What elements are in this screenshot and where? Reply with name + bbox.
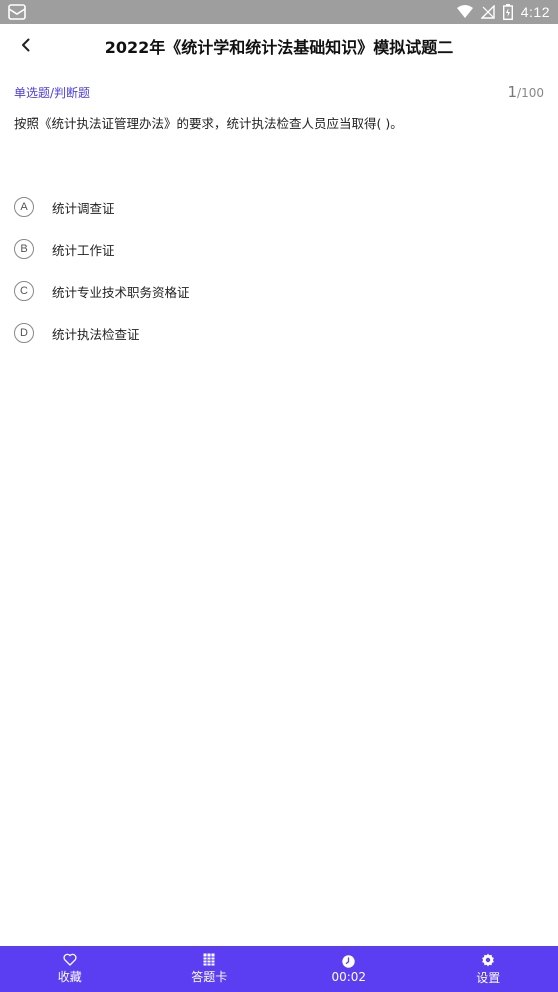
favorite-label: 收藏 [57, 970, 82, 984]
question-type-label: 单选题/判断题 [14, 85, 91, 100]
settings-label: 设置 [476, 970, 501, 985]
bottom-toolbar: 收藏 答题卡 00:02 设置 [0, 946, 558, 992]
option-text: 统计专业技术职务资格证 [52, 284, 190, 300]
total-question-number: 100 [521, 86, 544, 100]
app-header: 2022年《统计学和统计法基础知识》模拟试题二 [0, 24, 558, 68]
current-question-number: 1 [507, 83, 518, 101]
question-text: 按照《统计执法证管理办法》的要求，统计执法检查人员应当取得( )。 [14, 116, 403, 131]
option-letter-badge: B [14, 239, 34, 259]
page-title: 2022年《统计学和统计法基础知识》模拟试题二 [104, 38, 454, 57]
settings-button[interactable]: 设置 [419, 946, 558, 992]
heart-icon [63, 953, 77, 966]
answer-card-label: 答题卡 [191, 970, 228, 984]
answer-options: A 统计调查证 B 统计工作证 C 统计专业技术职务资格证 D 统计执法检查证 [14, 186, 534, 354]
gear-icon [481, 953, 495, 967]
timer[interactable]: 00:02 [279, 946, 419, 992]
question-meta: 单选题/判断题 1 / 100 [14, 80, 544, 104]
option-text: 统计调查证 [52, 200, 115, 216]
answer-card-icon [203, 953, 215, 966]
notification-icon [8, 4, 26, 20]
wifi-icon [456, 5, 473, 19]
question-counter: 1 / 100 [508, 83, 545, 101]
status-bar: 4:12 [0, 0, 558, 24]
option-text: 统计执法检查证 [52, 326, 140, 342]
option-text: 统计工作证 [52, 242, 115, 258]
option-d[interactable]: D 统计执法检查证 [14, 312, 534, 354]
option-a[interactable]: A 统计调查证 [14, 186, 534, 228]
clock-icon [342, 954, 355, 968]
timer-value: 00:02 [331, 969, 367, 984]
option-letter-badge: C [14, 281, 34, 301]
answer-card-button[interactable]: 答题卡 [140, 946, 280, 992]
option-b[interactable]: B 统计工作证 [14, 228, 534, 270]
option-c[interactable]: C 统计专业技术职务资格证 [14, 270, 534, 312]
option-letter-badge: D [14, 323, 34, 343]
favorite-button[interactable]: 收藏 [0, 946, 140, 992]
option-letter-badge: A [14, 197, 34, 217]
battery-icon [502, 4, 513, 20]
back-button[interactable] [12, 32, 40, 60]
status-time: 4:12 [520, 4, 550, 20]
chevron-left-icon [19, 37, 33, 56]
signal-icon [480, 5, 495, 19]
